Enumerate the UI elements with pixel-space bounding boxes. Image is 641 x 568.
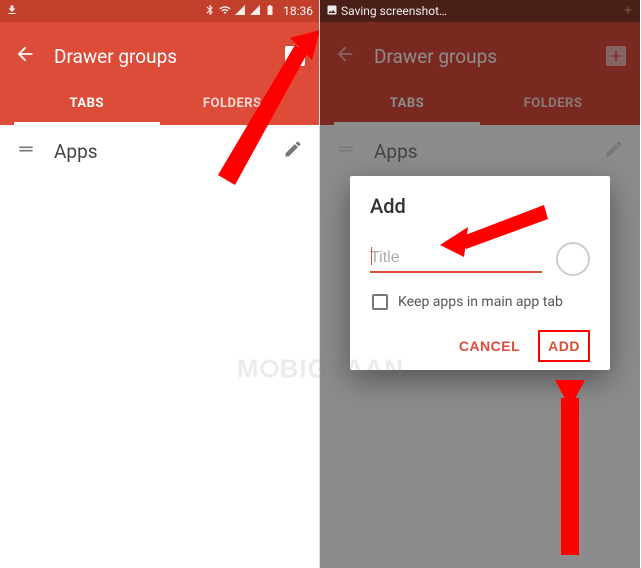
keep-apps-checkbox-row[interactable]: Keep apps in main app tab	[372, 294, 590, 310]
status-bar: Saving screenshot…	[320, 0, 640, 22]
drag-handle-icon	[336, 139, 356, 164]
app-bar: Drawer groups TABS FOLDERS	[320, 22, 640, 125]
color-picker-circle[interactable]	[556, 242, 590, 276]
edit-pencil-icon[interactable]	[283, 139, 303, 164]
list-item: Apps	[320, 125, 640, 178]
list-item-label: Apps	[54, 140, 265, 163]
image-icon	[326, 4, 338, 19]
checkbox-label: Keep apps in main app tab	[398, 294, 563, 310]
bluetooth-icon	[204, 4, 216, 19]
back-arrow-icon	[334, 43, 356, 69]
text-cursor	[371, 247, 372, 265]
phone-screen-left: 18:36 Drawer groups TABS FOLDERS Apps	[0, 0, 320, 568]
drag-handle-icon[interactable]	[16, 139, 36, 164]
tab-tabs: TABS	[334, 84, 480, 125]
add-icon	[622, 4, 634, 19]
watermark: MBIGYAAN	[237, 354, 404, 385]
add-dialog: Add Keep apps in main app tab CANCEL ADD	[350, 176, 610, 370]
phone-screen-right: Saving screenshot… Drawer groups TABS FO…	[320, 0, 640, 568]
add-group-button[interactable]	[285, 46, 305, 66]
page-title: Drawer groups	[54, 45, 267, 68]
title-input[interactable]	[370, 245, 542, 273]
list-item[interactable]: Apps	[0, 125, 319, 178]
list-item-label: Apps	[374, 140, 586, 163]
signal-icon	[249, 4, 261, 19]
signal-icon	[234, 4, 246, 19]
tab-bar: TABS FOLDERS	[334, 84, 626, 125]
back-arrow-icon[interactable]	[14, 43, 36, 69]
tab-tabs[interactable]: TABS	[14, 84, 160, 125]
tab-folders: FOLDERS	[480, 84, 626, 125]
add-button[interactable]: ADD	[538, 330, 590, 362]
dialog-title: Add	[370, 194, 590, 218]
download-icon	[6, 4, 18, 19]
status-bar: 18:36	[0, 0, 319, 22]
content-area: Apps	[0, 125, 319, 568]
edit-pencil-icon	[604, 139, 624, 164]
battery-icon	[264, 4, 276, 19]
tab-bar: TABS FOLDERS	[14, 84, 305, 125]
clock-text: 18:36	[283, 4, 313, 18]
page-title: Drawer groups	[374, 45, 588, 68]
cancel-button[interactable]: CANCEL	[449, 330, 530, 362]
checkbox-icon[interactable]	[372, 294, 388, 310]
status-note: Saving screenshot…	[341, 4, 447, 18]
wifi-icon	[219, 4, 231, 19]
app-bar: Drawer groups TABS FOLDERS	[0, 22, 319, 125]
add-group-button	[606, 46, 626, 66]
tab-folders[interactable]: FOLDERS	[160, 84, 306, 125]
